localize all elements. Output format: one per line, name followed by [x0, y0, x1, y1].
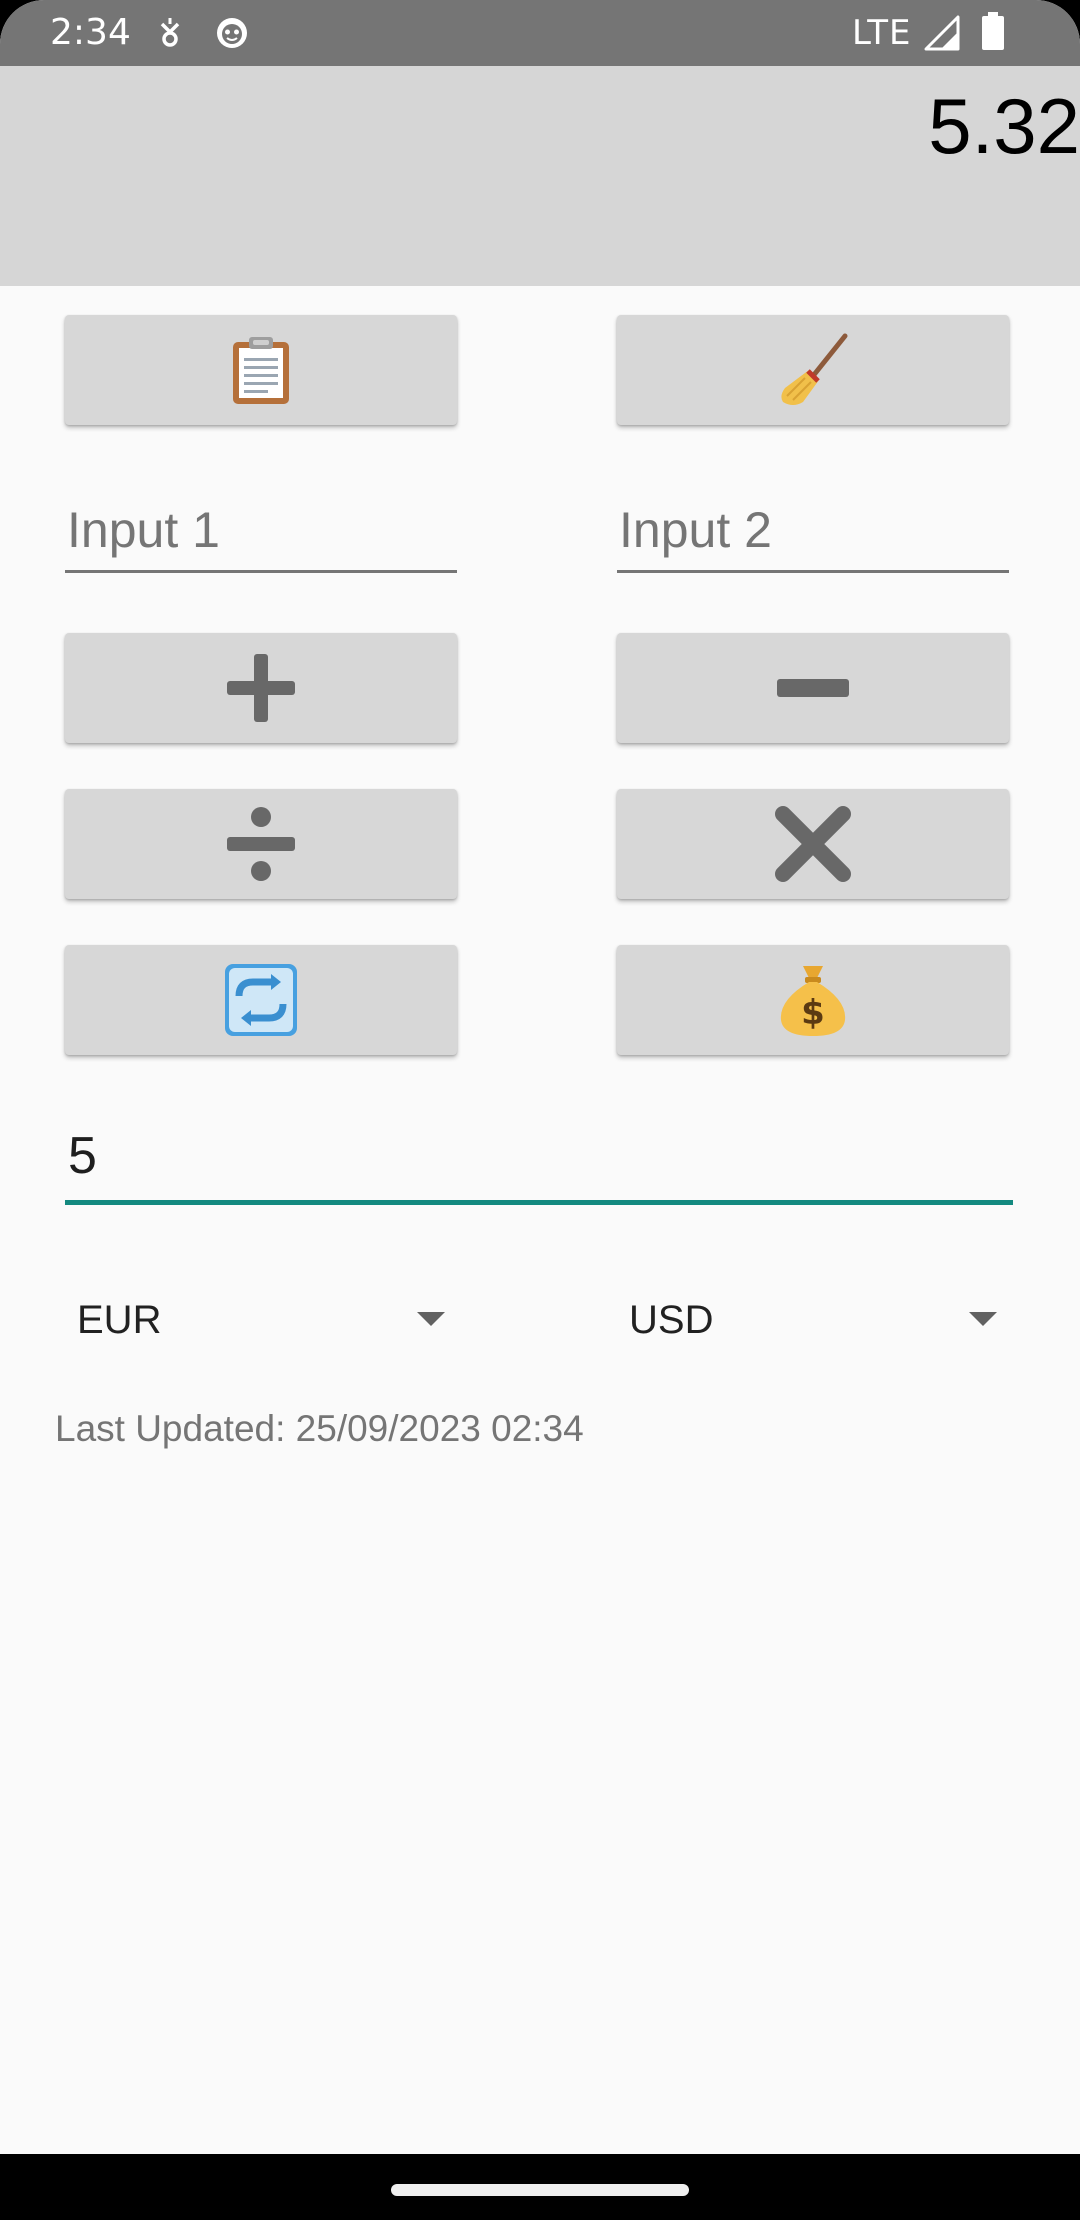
result-value: 5.32: [928, 82, 1080, 170]
money-bag-icon: $: [775, 960, 851, 1040]
last-updated-text: Last Updated: 25/09/2023 02:34: [55, 1408, 584, 1449]
input-1-field[interactable]: Input 1: [65, 490, 457, 573]
convert-currency-button[interactable]: $: [617, 945, 1009, 1055]
subtract-button[interactable]: [617, 633, 1009, 743]
cat-face-icon: [212, 12, 252, 52]
battery-icon: [978, 12, 1018, 52]
svg-text:$: $: [801, 993, 825, 1033]
screen: 2:34 LTE 5.32 Input 1 Input 2 $ 5 EUR US…: [0, 0, 1080, 2220]
input-2-field[interactable]: Input 2: [617, 490, 1009, 573]
input-2-placeholder: Input 2: [619, 502, 772, 558]
add-button[interactable]: [65, 633, 457, 743]
plus-icon: [223, 650, 299, 726]
multiply-button[interactable]: [617, 789, 1009, 899]
minus-icon: [775, 650, 851, 726]
amount-value: 5: [68, 1127, 97, 1185]
swap-currencies-button[interactable]: [65, 945, 457, 1055]
signal-icon: [924, 14, 964, 54]
from-currency-value: EUR: [77, 1298, 162, 1342]
from-currency-dropdown[interactable]: EUR: [65, 1290, 445, 1350]
result-display: 5.32: [0, 66, 1080, 286]
paste-button[interactable]: [65, 315, 457, 425]
navigation-bar: [0, 2154, 1080, 2220]
multiply-icon: [775, 806, 851, 882]
status-bar: 2:34 LTE: [0, 0, 1080, 66]
divide-icon: [223, 806, 299, 882]
chevron-down-icon: [969, 1312, 997, 1326]
home-gesture-handle[interactable]: [391, 2184, 689, 2196]
input-1-placeholder: Input 1: [67, 502, 220, 558]
divide-button[interactable]: [65, 789, 457, 899]
to-currency-dropdown[interactable]: USD: [617, 1290, 997, 1350]
amount-input[interactable]: 5: [65, 1115, 1013, 1205]
chevron-down-icon: [417, 1312, 445, 1326]
location-icon: [150, 12, 190, 52]
arrows-counterclockwise-icon: [223, 962, 299, 1038]
status-time: 2:34: [50, 12, 131, 53]
broom-icon: [773, 330, 853, 410]
to-currency-value: USD: [629, 1298, 714, 1342]
network-type: LTE: [852, 13, 912, 53]
clipboard-icon: [229, 334, 293, 406]
clear-button[interactable]: [617, 315, 1009, 425]
